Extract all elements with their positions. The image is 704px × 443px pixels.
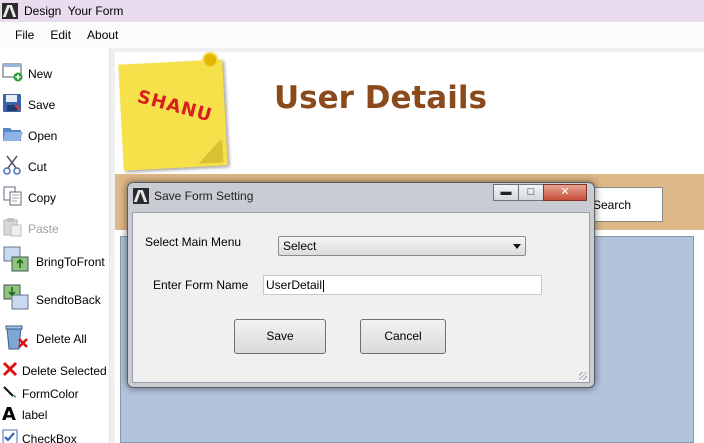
tool-cut[interactable]: Cut	[2, 155, 47, 178]
window-controls: ▬ □ ✕	[493, 184, 587, 201]
new-form-icon	[2, 62, 24, 85]
tool-new-label: New	[28, 66, 53, 81]
save-button[interactable]: Save	[234, 319, 326, 354]
checkbox-icon	[2, 429, 18, 443]
tool-delete-selected[interactable]: Delete Selected	[2, 361, 107, 380]
tool-paste[interactable]: Paste	[2, 217, 59, 240]
pin-icon	[203, 53, 217, 67]
bring-to-front-icon	[2, 245, 32, 278]
menu-bar: File Edit About	[0, 22, 704, 48]
tool-label[interactable]: A label	[2, 406, 47, 424]
window-titlebar[interactable]: Design Your Form	[0, 0, 704, 22]
minimize-icon: ▬	[500, 186, 512, 198]
main-menu-label: Select Main Menu	[145, 235, 242, 249]
chevron-down-icon	[513, 244, 521, 249]
window-title: Design Your Form	[24, 4, 124, 18]
tool-checkbox-label: CheckBox	[22, 431, 77, 443]
tool-send-to-back-label: SendtoBack	[36, 292, 101, 307]
menu-about[interactable]: About	[79, 28, 126, 42]
logo-text: SHANU	[135, 86, 215, 127]
app-icon	[2, 3, 18, 19]
tool-label-label: label	[22, 408, 48, 422]
send-to-back-icon	[2, 283, 32, 316]
tool-bring-to-front-label: BringToFront	[36, 254, 105, 269]
red-x-icon	[2, 361, 18, 380]
maximize-button[interactable]: □	[518, 184, 544, 201]
main-menu-selected-value: Select	[283, 239, 317, 253]
search-button-label: Search	[593, 197, 632, 212]
resize-grip[interactable]	[579, 372, 587, 380]
header-panel[interactable]: SHANU User Details	[115, 52, 704, 172]
cancel-button[interactable]: Cancel	[360, 319, 446, 354]
tool-form-color-label: FormColor	[22, 386, 79, 401]
tool-paste-label: Paste	[28, 221, 59, 236]
form-name-value: UserDetail	[266, 278, 323, 292]
paste-icon	[2, 217, 24, 240]
tool-delete-selected-label: Delete Selected	[22, 363, 107, 378]
color-pen-icon	[2, 384, 18, 403]
tool-save-label: Save	[28, 97, 56, 112]
form-name-label: Enter Form Name	[153, 278, 249, 292]
dialog-app-icon	[133, 188, 149, 204]
tool-open-label: Open	[28, 128, 58, 143]
tool-checkbox[interactable]: CheckBox	[2, 429, 77, 443]
form-name-input[interactable]: UserDetail	[263, 275, 542, 295]
tool-delete-all-label: Delete All	[36, 331, 87, 346]
label-a-icon: A	[2, 404, 16, 425]
save-button-label: Save	[266, 329, 294, 343]
minimize-button[interactable]: ▬	[493, 184, 519, 201]
sticky-note-logo[interactable]: SHANU	[118, 53, 228, 171]
tool-bring-to-front[interactable]: BringToFront	[2, 245, 105, 278]
tool-new[interactable]: New	[2, 62, 52, 85]
dialog-title: Save Form Setting	[154, 189, 254, 203]
toolbox-panel: New Save Open Cut Copy Paste BringToFron…	[0, 48, 110, 443]
tool-copy[interactable]: Copy	[2, 186, 56, 209]
close-icon: ✕	[560, 186, 570, 198]
open-folder-icon	[2, 124, 24, 147]
cancel-button-label: Cancel	[384, 329, 422, 343]
tool-send-to-back[interactable]: SendtoBack	[2, 283, 101, 316]
close-button[interactable]: ✕	[543, 184, 587, 201]
tool-save[interactable]: Save	[2, 93, 55, 116]
search-button[interactable]: Search	[589, 187, 663, 222]
page-heading[interactable]: User Details	[274, 80, 487, 116]
tool-open[interactable]: Open	[2, 124, 57, 147]
menu-file[interactable]: File	[7, 28, 42, 42]
copy-icon	[2, 186, 24, 209]
menu-edit[interactable]: Edit	[42, 28, 79, 42]
main-menu-select[interactable]: Select	[278, 236, 526, 256]
scissors-icon	[2, 155, 24, 178]
tool-cut-label: Cut	[28, 159, 47, 174]
save-form-dialog: Save Form Setting ▬ □ ✕ Select Main Menu…	[127, 182, 595, 388]
text-caret	[323, 279, 325, 292]
dialog-body: Select Main Menu Select Enter Form Name …	[132, 212, 590, 383]
maximize-icon: □	[527, 186, 535, 198]
recycle-bin-icon	[2, 324, 32, 353]
tool-form-color[interactable]: FormColor	[2, 384, 79, 403]
tool-copy-label: Copy	[28, 190, 57, 205]
tool-delete-all[interactable]: Delete All	[2, 324, 87, 353]
save-icon	[2, 93, 24, 116]
dialog-titlebar[interactable]: Save Form Setting ▬ □ ✕	[128, 183, 594, 209]
